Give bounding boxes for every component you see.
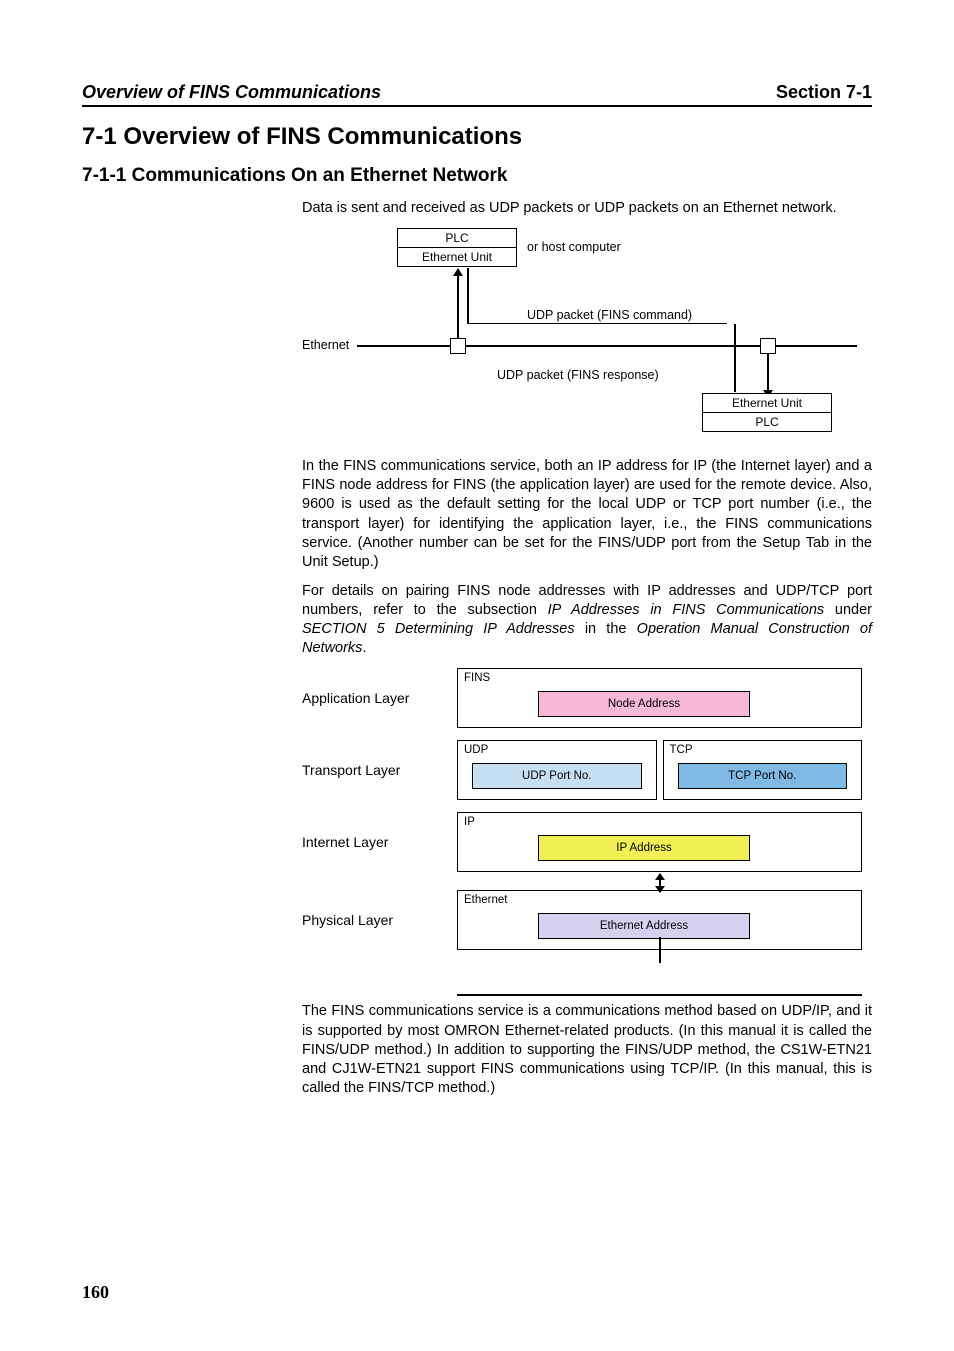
host-computer-label: or host computer	[527, 240, 621, 254]
cmd-down	[467, 268, 469, 324]
application-layer-label: Application Layer	[302, 690, 457, 706]
internet-layer-box: IP IP Address	[457, 812, 862, 872]
ethernet-address-box: Ethernet Address	[538, 913, 750, 939]
physical-layer-box: Ethernet Ethernet Address	[457, 890, 862, 950]
bus-junction-right	[760, 338, 776, 354]
cable-line	[457, 994, 862, 996]
layer-stack-diagram: Application Layer FINS Node Address Tran…	[302, 668, 862, 982]
header-right: Section 7-1	[776, 82, 872, 103]
ip-address-box: IP Address	[538, 835, 750, 861]
ethernet-bus-label: Ethernet	[302, 338, 349, 352]
node-address-box: Node Address	[538, 691, 750, 717]
plc-box-bottom: PLC	[702, 412, 832, 432]
fins-tag: FINS	[464, 672, 490, 684]
p3-ital: IP Addresses in FINS Communications	[548, 602, 824, 618]
p3-part: .	[362, 640, 366, 656]
ethernet-unit-box-top: Ethernet Unit	[397, 247, 517, 267]
udp-port-box: UDP Port No.	[472, 763, 642, 789]
ethernet-unit-box-bottom: Ethernet Unit	[702, 393, 832, 413]
page-number: 160	[82, 1282, 109, 1303]
application-layer-row: Application Layer FINS Node Address	[302, 668, 862, 728]
udp-packet-diagram: PLC Ethernet Unit or host computer Ether…	[302, 228, 862, 443]
ethernet-bus-line	[357, 345, 857, 347]
header-left: Overview of FINS Communications	[82, 82, 381, 103]
left-riser	[457, 274, 459, 338]
paragraph: The FINS communications service is a com…	[302, 1002, 872, 1098]
transport-layer-label: Transport Layer	[302, 762, 457, 778]
bus-junction-left	[450, 338, 466, 354]
running-header: Overview of FINS Communications Section …	[82, 82, 872, 107]
right-riser	[767, 354, 769, 392]
resp-riser	[734, 324, 736, 392]
udp-box: UDP UDP Port No.	[457, 740, 657, 800]
physical-layer-label: Physical Layer	[302, 912, 457, 928]
section-heading: 7-1 Overview of FINS Communications	[82, 123, 872, 151]
udp-tag: UDP	[464, 744, 488, 756]
internet-layer-label: Internet Layer	[302, 834, 457, 850]
fins-command-label: UDP packet (FINS command)	[527, 308, 692, 322]
cable-drop	[659, 937, 661, 963]
p3-ital: SECTION 5 Determining IP Addresses	[302, 621, 575, 637]
p3-part: in the	[575, 621, 637, 637]
physical-layer-row: Physical Layer Ethernet Ethernet Address	[302, 890, 862, 950]
ip-tag: IP	[464, 816, 475, 828]
application-layer-box: FINS Node Address	[457, 668, 862, 728]
p3-part: under	[824, 602, 872, 618]
tcp-box: TCP TCP Port No.	[663, 740, 863, 800]
ip-ethernet-link	[457, 876, 862, 890]
plc-box-top: PLC	[397, 228, 517, 248]
internet-layer-row: Internet Layer IP IP Address	[302, 812, 862, 872]
paragraph: Data is sent and received as UDP packets…	[302, 199, 872, 218]
ethernet-tag: Ethernet	[464, 894, 507, 906]
paragraph: In the FINS communications service, both…	[302, 457, 872, 572]
cmd-across	[467, 323, 727, 324]
fins-response-label: UDP packet (FINS response)	[497, 368, 659, 382]
tcp-port-box: TCP Port No.	[678, 763, 848, 789]
transport-layer-row: Transport Layer UDP UDP Port No. TCP TCP…	[302, 740, 862, 800]
subsection-heading: 7-1-1 Communications On an Ethernet Netw…	[82, 165, 872, 187]
page: Overview of FINS Communications Section …	[0, 0, 954, 1351]
tcp-tag: TCP	[670, 744, 693, 756]
paragraph: For details on pairing FINS node address…	[302, 582, 872, 659]
